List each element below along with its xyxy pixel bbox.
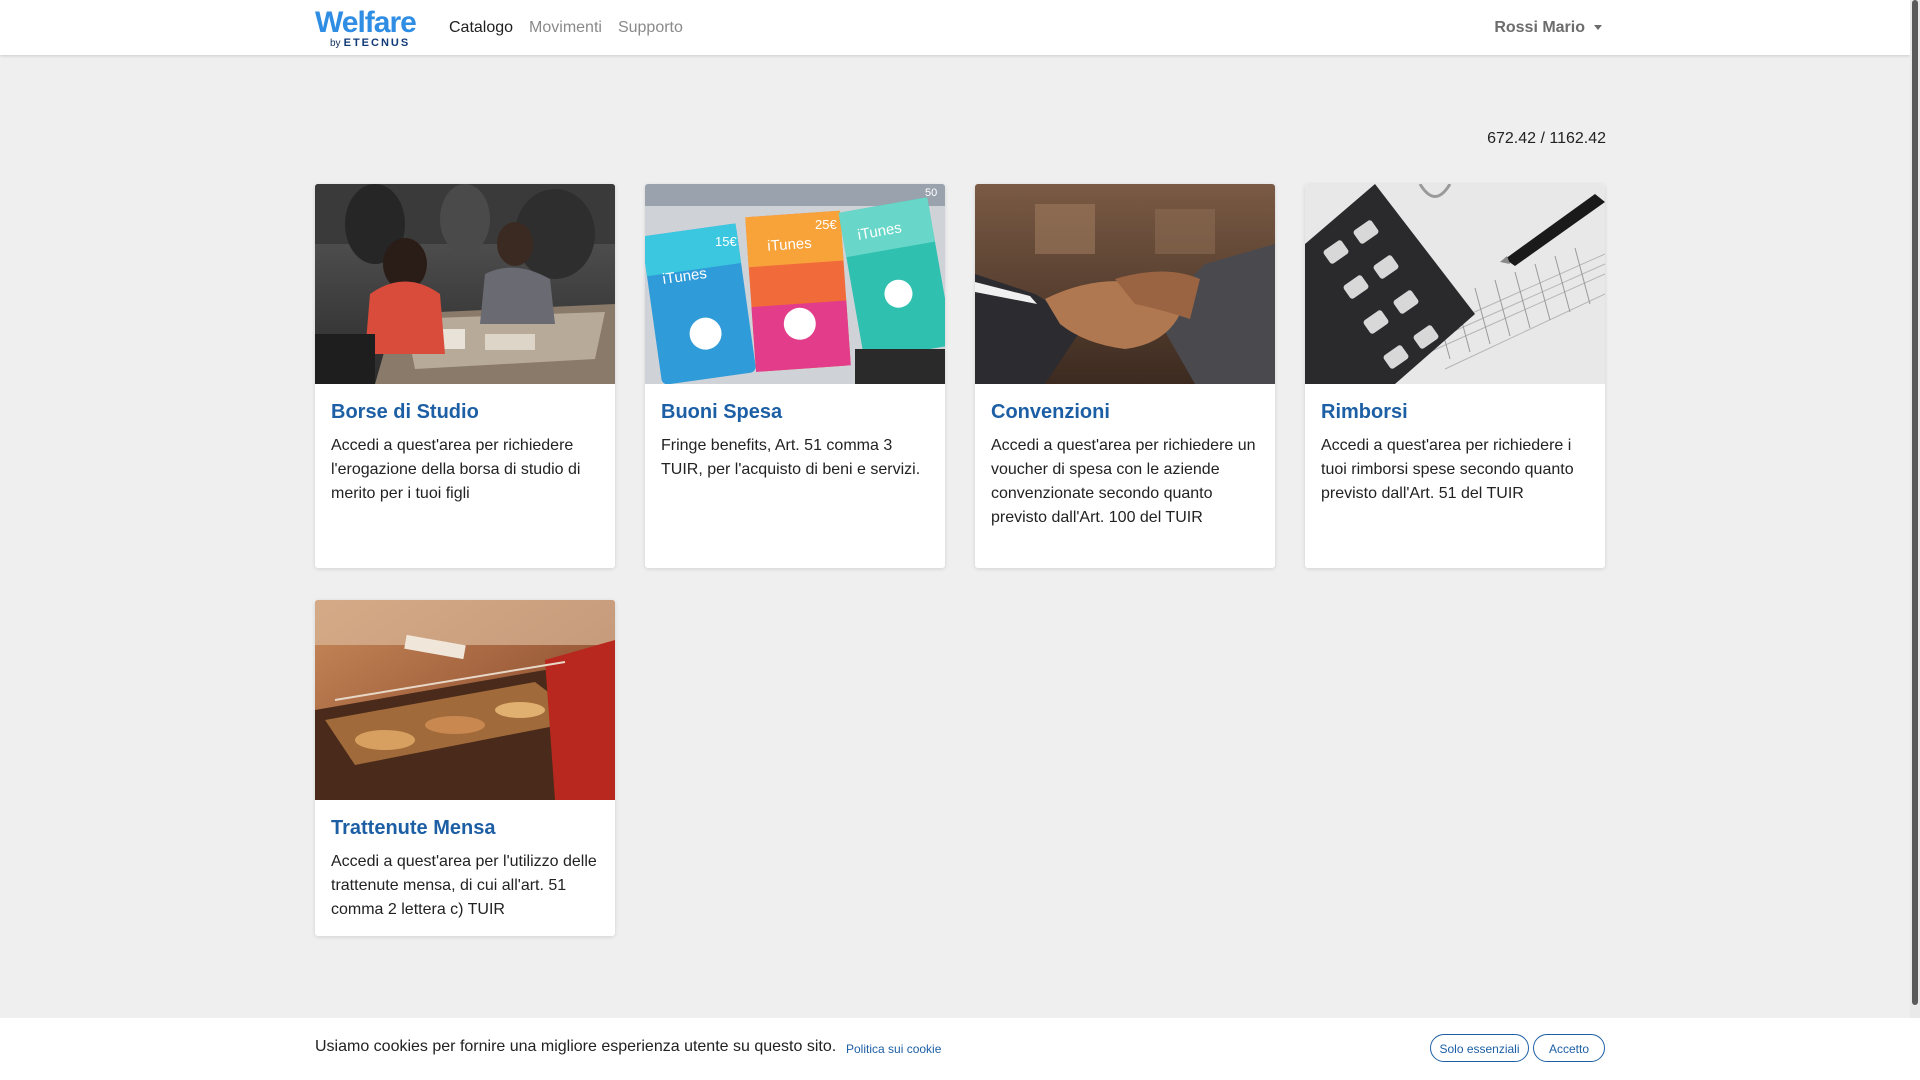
card-buoni-spesa[interactable]: iTunes 15€ iTunes 25€ iTunes 50 Buoni Sp… [645,184,945,568]
handshake-illustration [975,184,1275,384]
card-text: Accedi a quest'area per richiedere un vo… [991,437,1256,526]
card-title: Convenzioni [991,401,1110,423]
brand-company: ETECNUS [343,37,411,49]
cookie-consent-bar: Usiamo cookies per fornire una migliore … [0,1018,1920,1080]
top-navbar: Welfare by ETECNUS Catalogo Movimenti Su… [0,0,1910,55]
gift-cards-illustration: iTunes 15€ iTunes 25€ iTunes 50 [645,184,945,384]
scrollbar-thumb[interactable] [1912,0,1918,1005]
card-body: Borse di Studio Accedi a quest'area per … [315,384,615,506]
cookie-policy-link[interactable]: Politica sui cookie [846,1042,941,1056]
caret-down-icon [1594,25,1602,30]
accept-cookies-button[interactable]: Accetto [1533,1034,1605,1062]
user-menu-dropdown[interactable]: Rossi Mario [1494,0,1602,55]
balance-display: 672.42 / 1162.42 [1487,130,1606,147]
gift-card-price-2: 25€ [815,217,837,232]
nav-supporto[interactable]: Supporto [618,19,683,37]
card-title: Rimborsi [1321,401,1408,423]
page-scrollbar[interactable] [1910,0,1920,1080]
card-body: Buoni Spesa Fringe benefits, Art. 51 com… [645,384,945,482]
brand-by: by [330,38,341,49]
card-convenzioni[interactable]: Convenzioni Accedi a quest'area per rich… [975,184,1275,568]
brand-logo[interactable]: Welfare by ETECNUS [315,6,421,50]
gift-card-brand-2: iTunes [767,235,813,255]
calculator-illustration [1305,184,1605,384]
canteen-illustration [315,600,615,800]
students-illustration [315,184,615,384]
main-nav: Catalogo Movimenti Supporto [449,0,699,55]
card-image-handshake [975,184,1275,384]
card-body: Rimborsi Accedi a quest'area per richied… [1305,384,1605,506]
brand-name: Welfare [315,6,417,39]
nav-movimenti[interactable]: Movimenti [529,19,602,37]
card-body: Convenzioni Accedi a quest'area per rich… [975,384,1275,530]
user-name: Rossi Mario [1494,18,1585,36]
card-trattenute-mensa[interactable]: Trattenute Mensa Accedi a quest'area per… [315,600,615,936]
gift-card-price-1: 15€ [715,234,737,249]
card-image-gift-cards: iTunes 15€ iTunes 25€ iTunes 50 [645,184,945,384]
essential-only-button[interactable]: Solo essenziali [1430,1034,1529,1062]
card-text: Fringe benefits, Art. 51 comma 3 TUIR, p… [661,437,921,478]
cookie-message: Usiamo cookies per fornire una migliore … [315,1038,837,1055]
card-rimborsi[interactable]: Rimborsi Accedi a quest'area per richied… [1305,184,1605,568]
card-image-canteen [315,600,615,800]
brand-byline: by ETECNUS [330,36,410,51]
card-text: Accedi a quest'area per richiedere i tuo… [1321,437,1574,502]
card-text: Accedi a quest'area per l'utilizzo delle… [331,853,597,918]
card-title: Borse di Studio [331,401,479,423]
card-title: Trattenute Mensa [331,817,496,839]
card-text: Accedi a quest'area per richiedere l'ero… [331,437,581,502]
nav-catalogo[interactable]: Catalogo [449,19,513,37]
card-title: Buoni Spesa [661,401,783,423]
card-borse-di-studio[interactable]: Borse di Studio Accedi a quest'area per … [315,184,615,568]
card-body: Trattenute Mensa Accedi a quest'area per… [315,800,615,922]
card-image-calculator [1305,184,1605,384]
card-image-students [315,184,615,384]
gift-card-price-3: 50 [925,187,937,199]
